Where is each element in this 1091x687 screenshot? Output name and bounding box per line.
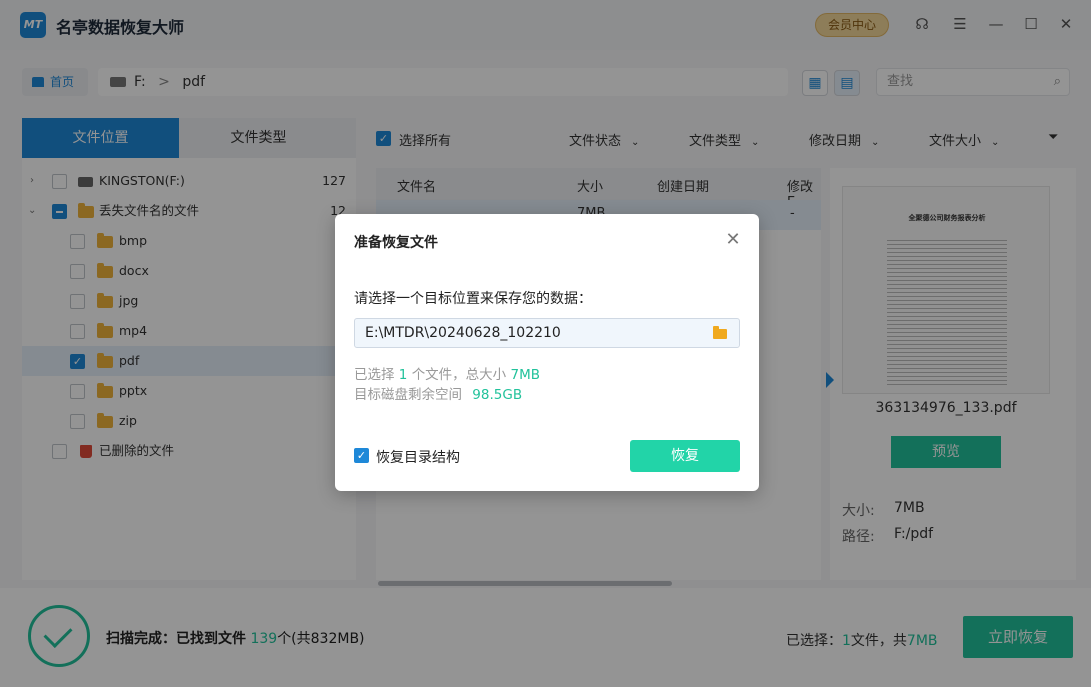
keep-structure-checkbox[interactable]: ✓: [354, 448, 369, 463]
selected-mid: 个文件，总大小: [411, 367, 507, 383]
prepare-recovery-dialog: 准备恢复文件 ✕ 请选择一个目标位置来保存您的数据： 已选择 1 个文件，总大小…: [335, 214, 759, 491]
selected-size: 7MB: [510, 367, 540, 383]
free-space-value: 98.5GB: [472, 387, 523, 403]
free-space-label: 目标磁盘剩余空间: [354, 387, 462, 403]
close-icon[interactable]: ✕: [723, 230, 743, 250]
free-space-info: 目标磁盘剩余空间 98.5GB: [354, 383, 522, 403]
keep-structure-label[interactable]: 恢复目录结构: [376, 447, 460, 467]
folder-icon[interactable]: [713, 326, 727, 339]
selected-prefix: 已选择: [354, 367, 395, 383]
recover-button[interactable]: 恢复: [630, 440, 740, 472]
dialog-prompt: 请选择一个目标位置来保存您的数据：: [354, 291, 592, 307]
destination-path-input[interactable]: [354, 318, 740, 348]
selected-count: 1: [398, 367, 408, 383]
selection-info: 已选择 1 个文件，总大小 7MB: [354, 363, 540, 383]
dialog-title: 准备恢复文件: [354, 235, 438, 251]
